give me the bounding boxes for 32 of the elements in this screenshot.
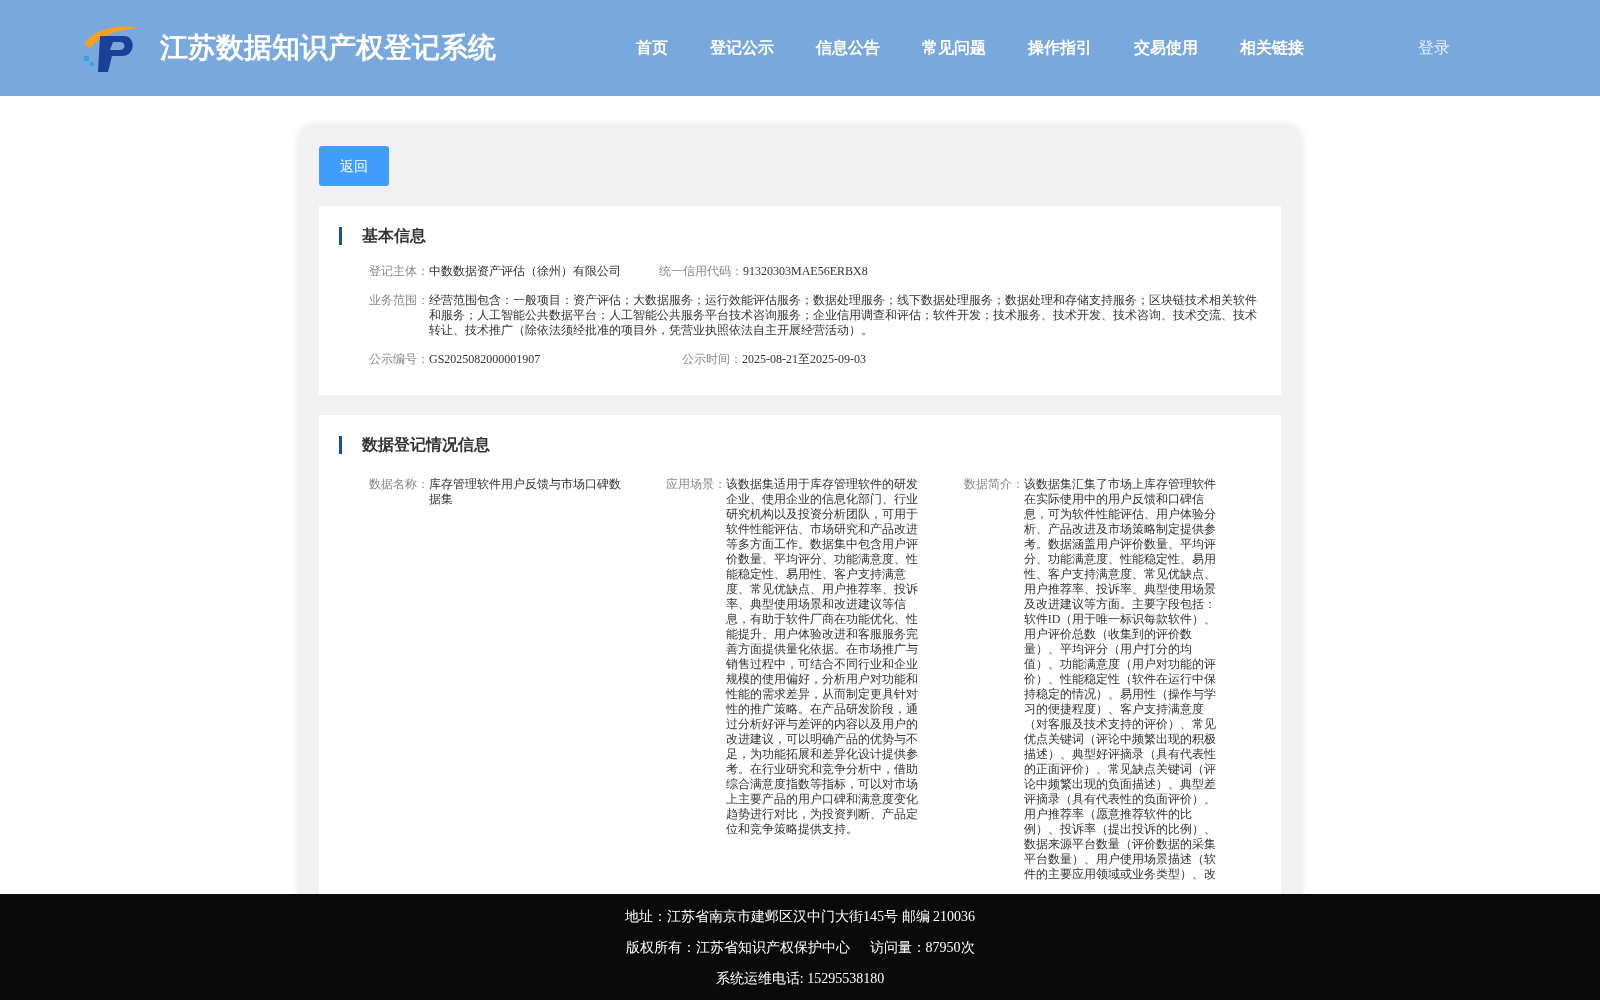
back-button[interactable]: 返回 bbox=[319, 146, 389, 186]
footer-visits: 访问量：87950次 bbox=[869, 938, 975, 957]
login-link[interactable]: 登录 bbox=[1418, 36, 1450, 60]
footer-copyright: 版权所有：江苏省知识产权保护中心 bbox=[625, 938, 850, 957]
field-label: 登记主体： bbox=[369, 264, 429, 279]
field-value: 该数据集适用于库存管理软件的研发企业、使用企业的信息化部门、行业研究机构以及投资分析团队，可用于软件性能评估、市场研究和产品改进等多方面工作。数据集中包含用户评价数量、平均评分、功能满意度、性能稳定性、易用性、客户支持满意度、常见优缺点、用户推荐率、投诉率、典型使用场景和改进建议等信息，有助于软件厂商在功能优化、性能提升、用户体验改进和客服服务完善方面提供量化依据。在市场推广与销售过程中，可结合不同行业和企业规模的使用偏好，分析用户对功能和性能的需求差异，从而制定更具针对性的推广策略。在产品研发阶段，通过分析好评与差评的内容以及用户的改进建议，可以明确产品的优势与不足，为功能拓展和差异化设计提供参考。在行业研究和竞争分析中，借助综合满意度指数等指标，可以对市场上主要产品的用户口碑和满意度变化趋势进行对比，为投资判断、产品定位和竞争策略提供支持。 bbox=[726, 477, 920, 838]
nav-link[interactable]: 操作指引 bbox=[1028, 36, 1092, 60]
section-title: 数据登记情况信息 bbox=[362, 435, 490, 455]
field-label: 公示编号： bbox=[369, 352, 429, 367]
field-label: 统一信用代码： bbox=[659, 264, 743, 279]
field-label: 业务范围： bbox=[369, 293, 429, 309]
footer-phone: 系统运维电话: 15295538180 bbox=[715, 969, 885, 988]
nav-link[interactable]: 交易使用 bbox=[1134, 36, 1198, 60]
field-value: GS2025082000001907 bbox=[429, 352, 541, 367]
field-value: 经营范围包含：一般项目：资产评估；大数据服务；运行效能评估服务；数据处理服务；线下数据处理服务；数据处理和存储支持服务；区块链技术相关软件和服务；人工智能公共数据平台；人工智能公共服务平台技术咨询服务；企业信用调查和评估；软件开发；技术服务、技术开发、技术咨询、技术交流、技术转让、技术推广（除依法须经批准的项目外，凭营业执照依法自主开展经营活动）。 bbox=[429, 293, 1258, 338]
field-label: 数据简介： bbox=[963, 477, 1024, 493]
field-value: 2025-08-21至2025-09-03 bbox=[742, 352, 866, 367]
section-title: 基本信息 bbox=[362, 226, 426, 246]
field-label: 数据名称： bbox=[369, 477, 429, 493]
field-label: 应用场景： bbox=[666, 477, 727, 493]
nav-link[interactable]: 信息公告 bbox=[816, 36, 880, 60]
footer-address: 地址：江苏省南京市建邺区汉中门大街145号 邮编 210036 bbox=[625, 907, 975, 926]
field-value: 91320303MAE56ERBX8 bbox=[743, 264, 868, 279]
field-value: 库存管理软件用户反馈与市场口碑数据集 bbox=[429, 477, 622, 508]
nav-link[interactable]: 相关链接 bbox=[1240, 36, 1304, 60]
nav-link[interactable]: 首页 bbox=[636, 36, 668, 60]
field-label: 公示时间： bbox=[682, 352, 742, 367]
field-value: 该数据集汇集了市场上库存管理软件在实际使用中的用户反馈和口碑信息，可为软件性能评估、用户体验分析、产品改进及市场策略制定提供参考。数据涵盖用户评价数量、平均评分、功能满意度、性能稳定性、易用性、客户支持满意度、常见优缺点、用户推荐率、投诉率、典型使用场景及改进建议等方面。主要字段包括：软件ID（用于唯一标识每款软件）、用户评价总数（收集到的评价数量）、平均评分（用户打分的均值）、功能满意度（用户对功能的评价）、性能稳定性（软件在运行中保持稳定的情况）、易用性（操作与学习的便捷程度）、客户支持满意度（对客服及技术支持的评价）、常见优点关键词（评论中频繁出现的积极描述）、典型好评摘录（具有代表性的正面评价）、常见缺点关键词（评论中频繁出现的负面描述）、典型差评摘录（具有代表性的负面评价）、用户推荐率（愿意推荐软件的比例）、投诉率（提出投诉的比例）、数据来源平台数量（评价数据的采集平台数量）、用户使用场景描述（软件的主要应用领域或业务类型）、改 bbox=[1023, 477, 1218, 882]
field-value: 中数数据资产评估（徐州）有限公司 bbox=[429, 264, 621, 279]
site-title: 江苏数据知识产权登记系统 bbox=[160, 31, 496, 65]
nav-link[interactable]: 登记公示 bbox=[710, 36, 774, 60]
nav-link[interactable]: 常见问题 bbox=[922, 36, 986, 60]
